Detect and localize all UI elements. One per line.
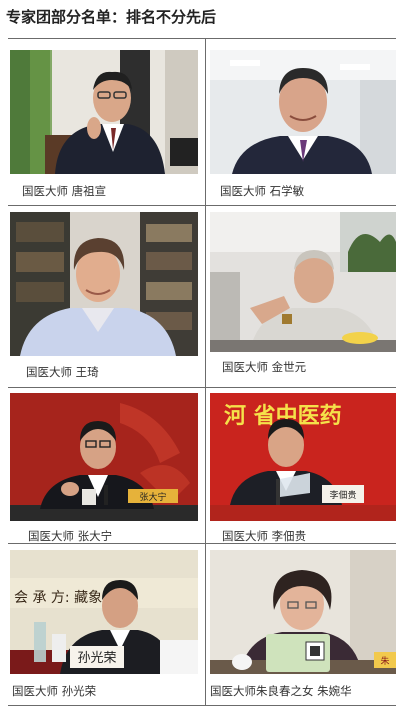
expert-photo-zhang-daning: 张大宁: [10, 393, 198, 521]
divider: [8, 205, 396, 206]
expert-caption: 国医大师 石学敏: [220, 184, 305, 198]
banner-text: 会 承 方: 藏象: [14, 590, 102, 606]
expert-caption: 国医大师 孙光荣: [12, 684, 97, 698]
expert-photo-wang-qi: [10, 212, 198, 356]
expert-photo-zhu-wanhua: 朱: [210, 550, 396, 674]
expert-photo-tang-zuxuan: [10, 50, 198, 174]
name-plaque: 李佃贵: [329, 489, 356, 501]
expert-caption: 国医大师 金世元: [222, 360, 307, 374]
name-plaque: 张大宁: [139, 491, 166, 503]
page-title: 专家团部分名单：排名不分先后: [6, 8, 217, 26]
expert-caption: 国医大师 唐祖宣: [22, 184, 107, 198]
name-plaque: 朱: [380, 655, 389, 667]
expert-photo-li-diangui: 河 省中医药 李佃贵: [210, 393, 396, 521]
expert-photo-shi-xuemin: [210, 50, 396, 174]
divider: [8, 387, 396, 388]
expert-photo-jin-shiyuan: [210, 212, 396, 352]
divider: [8, 705, 396, 706]
expert-caption: 国医大师 李佃贵: [222, 529, 307, 543]
expert-caption: 国医大师朱良春之女 朱婉华: [210, 684, 352, 698]
divider: [8, 38, 396, 39]
column-divider: [205, 38, 206, 706]
expert-caption: 国医大师 王琦: [26, 365, 99, 379]
name-plaque: 孙光荣: [77, 651, 116, 666]
expert-photo-sun-guangrong: 会 承 方: 藏象 孙光荣: [10, 550, 198, 674]
expert-caption: 国医大师 张大宁: [28, 529, 113, 543]
expert-grid: 国医大师 唐祖宣 国医大师 石学敏 国医大师 王琦 国医大师 金世元 张大宁 国…: [8, 38, 396, 706]
